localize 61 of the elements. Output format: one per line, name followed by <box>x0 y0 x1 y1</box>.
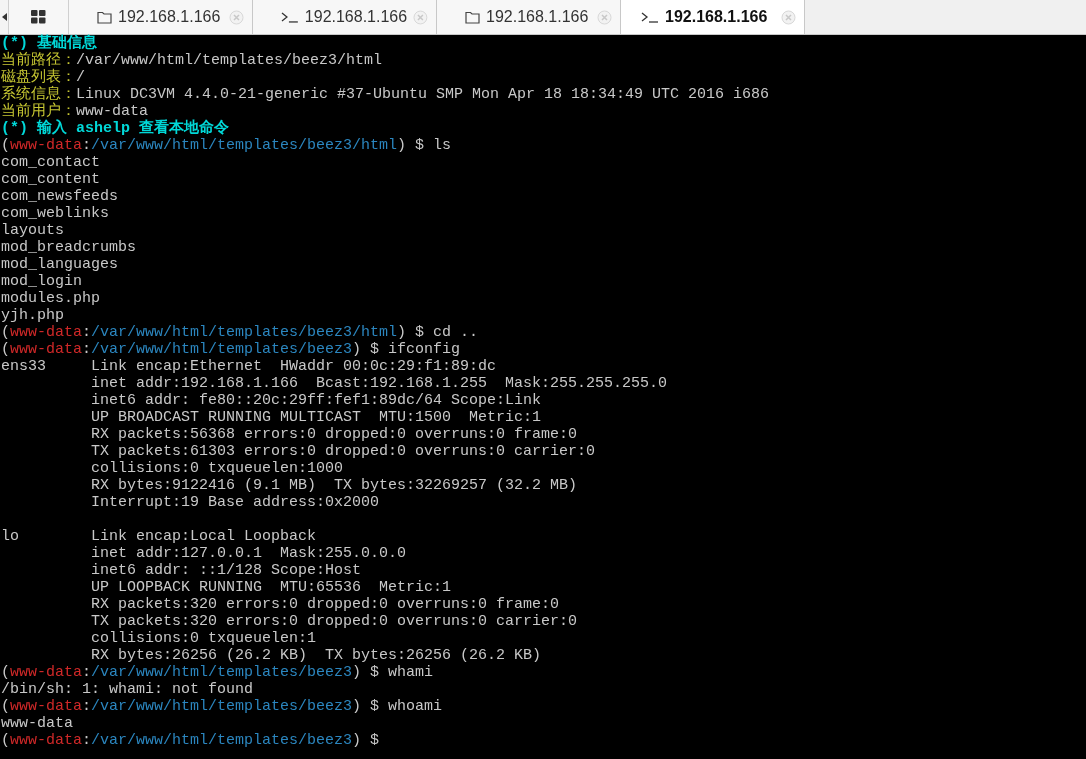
close-icon[interactable] <box>229 9 244 25</box>
terminal-icon <box>281 11 299 23</box>
folder-icon <box>465 10 480 24</box>
terminal-line: /bin/sh: 1: whami: not found <box>1 681 254 698</box>
terminal-line: mod_login <box>1 273 82 290</box>
terminal-line: com_weblinks <box>1 205 110 222</box>
terminal-line: RX bytes:26256 (26.2 KB) TX bytes:26256 (26.2 KB) <box>90 647 542 664</box>
tab-label: 192.168.1.166 <box>665 7 769 27</box>
folder-icon <box>97 10 112 24</box>
terminal-line: RX bytes:9122416 (9.1 MB) TX bytes:32269257 (32.2 MB) <box>90 477 578 494</box>
terminal-line: com_content <box>1 171 101 188</box>
grid-icon <box>31 10 46 24</box>
terminal-line: www-data <box>1 715 73 732</box>
terminal-line: mod_languages <box>1 256 119 273</box>
tab-label: 192.168.1.166 <box>304 7 408 27</box>
apps-button[interactable] <box>9 0 69 34</box>
close-icon[interactable] <box>597 9 612 25</box>
terminal-line: (www-data:/var/www/html/templates/beez3) $ whami <box>1 664 434 681</box>
terminal-line: 当前用户：www-data <box>1 103 148 120</box>
terminal-line: TX packets:320 errors:0 dropped:0 overruns:0 carrier:0 <box>90 613 578 630</box>
terminal-line: modules.php <box>1 290 101 307</box>
terminal-line: 当前路径：/var/www/html/templates/beez3/html <box>1 52 383 69</box>
terminal-line: com_contact <box>1 154 101 171</box>
terminal-line: ens33 Link encap:Ethernet HWaddr 00:0c:29:f1:89:dc <box>1 358 497 375</box>
tab[interactable]: 192.168.1.166 <box>621 0 805 34</box>
close-icon[interactable] <box>781 9 796 25</box>
tab-label: 192.168.1.166 <box>118 7 222 27</box>
terminal-line: com_newsfeeds <box>1 188 119 205</box>
terminal-icon <box>641 11 659 23</box>
scroll-left-button[interactable] <box>0 0 9 34</box>
terminal-line: (*) 输入 ashelp 查看本地命令 <box>1 120 230 137</box>
terminal-line: (www-data:/var/www/html/templates/beez3) $ ifconfig <box>1 341 461 358</box>
tab[interactable]: 192.168.1.166 <box>69 0 253 34</box>
terminal-line: inet6 addr: ::1/128 Scope:Host <box>90 562 362 579</box>
terminal-line: yjh.php <box>1 307 64 324</box>
tab[interactable]: 192.168.1.166 <box>253 0 437 34</box>
terminal-line: UP LOOPBACK RUNNING MTU:65536 Metric:1 <box>90 579 452 596</box>
tab-label: 192.168.1.166 <box>486 7 590 27</box>
terminal-line: RX packets:320 errors:0 dropped:0 overruns:0 frame:0 <box>90 596 560 613</box>
terminal-line: (*) 基础信息 <box>1 35 97 52</box>
terminal-line: (www-data:/var/www/html/templates/beez3/html) $ ls <box>1 137 452 154</box>
terminal-line: inet addr:192.168.1.166 Bcast:192.168.1.255 Mask:255.255.255.0 <box>90 375 668 392</box>
terminal-line: Interrupt:19 Base address:0x2000 <box>90 494 380 511</box>
close-icon[interactable] <box>413 9 428 25</box>
terminal-line: TX packets:61303 errors:0 dropped:0 overruns:0 carrier:0 <box>90 443 596 460</box>
terminal-line: RX packets:56368 errors:0 dropped:0 overruns:0 frame:0 <box>90 426 578 443</box>
terminal-line: collisions:0 txqueuelen:1000 <box>90 460 344 477</box>
terminal-line: (www-data:/var/www/html/templates/beez3) $ whoami <box>1 698 443 715</box>
terminal-line: lo Link encap:Local Loopback <box>1 528 317 545</box>
terminal-line: 系统信息：Linux DC3VM 4.4.0-21-generic #37-Ubuntu SMP Mon Apr 18 18:34:49 UTC 2016 i686 <box>1 86 770 103</box>
terminal-line: mod_breadcrumbs <box>1 239 137 256</box>
terminal-line: inet addr:127.0.0.1 Mask:255.0.0.0 <box>90 545 407 562</box>
terminal-line: inet6 addr: fe80::20c:29ff:fef1:89dc/64 Scope:Link <box>90 392 542 409</box>
terminal-line: layouts <box>1 222 64 239</box>
terminal-line: (www-data:/var/www/html/templates/beez3) $ <box>1 732 380 749</box>
terminal-line: UP BROADCAST RUNNING MULTICAST MTU:1500 Metric:1 <box>90 409 542 426</box>
terminal-line: collisions:0 txqueuelen:1 <box>90 630 317 647</box>
terminal-line: (www-data:/var/www/html/templates/beez3/html) $ cd .. <box>1 324 479 341</box>
triangle-icon <box>1 13 7 21</box>
tab[interactable]: 192.168.1.166 <box>437 0 621 34</box>
terminal-line: 磁盘列表：/ <box>1 69 85 86</box>
